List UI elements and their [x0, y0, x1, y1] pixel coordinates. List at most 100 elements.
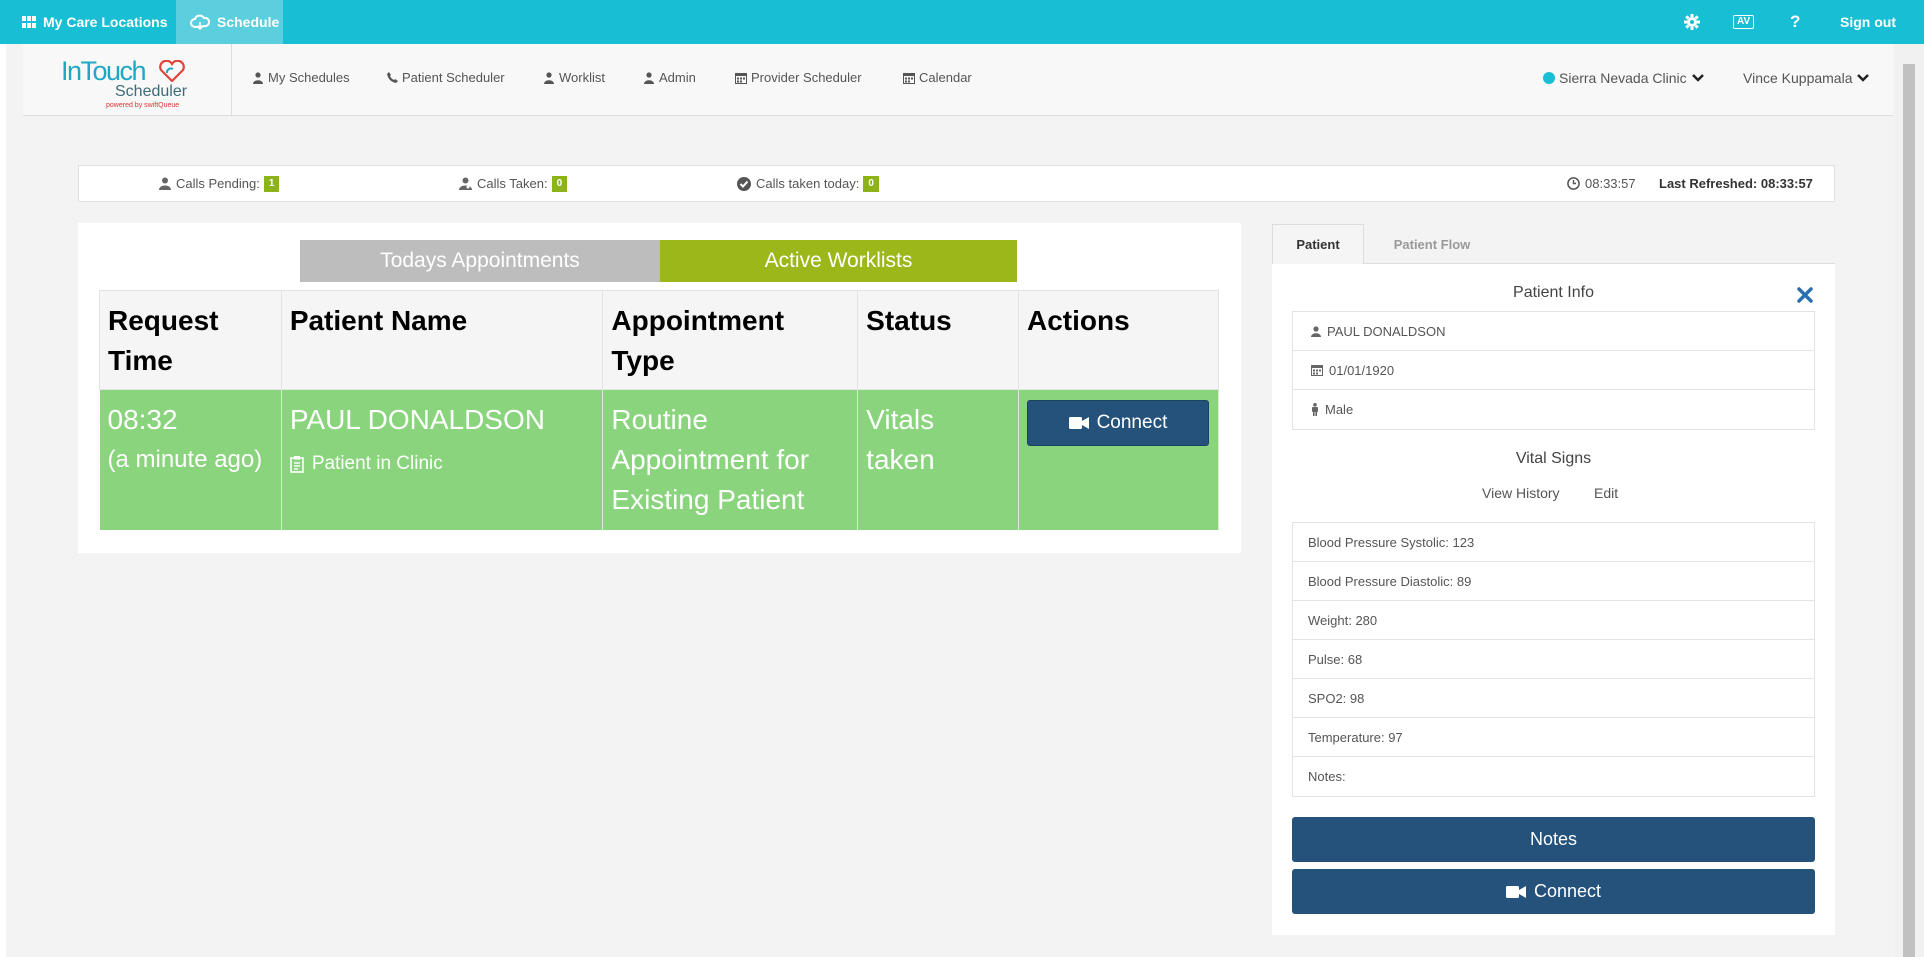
vital-notes: Notes:	[1308, 769, 1346, 784]
schedule-tab[interactable]: Schedule	[176, 0, 283, 44]
worklist-table: Request Time Patient Name Appointment Ty…	[99, 290, 1220, 530]
vital-bp-systolic: Blood Pressure Systolic: 123	[1293, 523, 1814, 562]
table-header-row: Request Time Patient Name Appointment Ty…	[99, 290, 1220, 390]
user-dropdown[interactable]: Vince Kuppamala	[1743, 70, 1870, 86]
top-bar: My Care Locations Schedule AV ? Sign out	[0, 0, 1924, 44]
my-care-locations-link[interactable]: My Care Locations	[22, 0, 167, 44]
user-icon	[159, 177, 171, 190]
my-care-locations-label: My Care Locations	[43, 14, 168, 30]
clinic-label: Sierra Nevada Clinic	[1559, 70, 1687, 86]
patient-info-name-value: PAUL DONALDSON	[1327, 323, 1446, 339]
gear-icon	[1684, 14, 1700, 30]
help-icon: ?	[1790, 12, 1801, 31]
clipboard-icon	[290, 456, 304, 473]
clock-value: 08:33:57	[1585, 176, 1636, 191]
patient-panel: Patient Info PAUL DONALDSON 01/01/1920 M…	[1272, 264, 1835, 935]
nav-admin-label: Admin	[659, 70, 696, 85]
patient-info-gender-value: Male	[1325, 402, 1354, 417]
patient-info-name: PAUL DONALDSON	[1293, 312, 1814, 351]
video-camera-icon	[1068, 417, 1089, 429]
notes-button-label: Notes	[1529, 829, 1578, 849]
video-camera-icon	[1505, 885, 1526, 898]
edit-vitals-link[interactable]: Edit	[1594, 485, 1618, 501]
nav-patient-scheduler[interactable]: Patient Scheduler	[387, 70, 505, 85]
calendar-icon	[903, 72, 915, 84]
tab-patient-flow[interactable]: Patient Flow	[1364, 224, 1500, 264]
vital-spo2: SPO2: 98	[1293, 679, 1814, 718]
scrollbar-thumb[interactable]	[1903, 64, 1915, 957]
nav-provider-scheduler[interactable]: Provider Scheduler	[735, 70, 862, 85]
column-header-patient-name[interactable]: Patient Name	[280, 290, 604, 390]
calendar-icon	[735, 72, 747, 84]
vital-temperature: Temperature: 97	[1293, 718, 1814, 757]
last-refreshed-label: Last Refreshed: 08:33:57	[1659, 176, 1813, 191]
vital-signs-list: Blood Pressure Systolic: 123 Blood Press…	[1292, 522, 1815, 797]
tab-patient-flow-label: Patient Flow	[1393, 236, 1471, 252]
cell-patient-name: PAUL DONALDSON Patient in Clinic	[281, 389, 604, 530]
calls-pending: Calls Pending: 1	[159, 166, 280, 201]
phone-icon	[387, 72, 398, 83]
tab-active-worklists-label: Active Worklists	[764, 249, 913, 272]
clock-icon	[1567, 177, 1580, 190]
nav-my-schedules[interactable]: My Schedules	[252, 70, 350, 85]
nav-worklist-label: Worklist	[559, 70, 605, 85]
cell-appointment-type: Routine Appointment for Existing Patient	[602, 389, 859, 530]
nav-patient-scheduler-label: Patient Scheduler	[402, 70, 505, 85]
patient-info-list: PAUL DONALDSON 01/01/1920 Male	[1292, 311, 1815, 430]
nav-worklist[interactable]: Worklist	[543, 70, 605, 85]
tab-todays-appointments-label: Todays Appointments	[380, 249, 580, 272]
table-row[interactable]: 08:32 (a minute ago) PAUL DONALDSON Pati…	[99, 389, 1220, 530]
tab-patient-label: Patient	[1296, 237, 1340, 252]
scrollbar[interactable]	[1895, 44, 1924, 957]
logo[interactable]: InTouch Scheduler powered by swiftQueue	[61, 52, 211, 110]
calls-taken: Calls Taken: 0	[459, 166, 568, 201]
patient-name-value[interactable]: PAUL DONALDSON	[290, 400, 595, 440]
view-history-link[interactable]: View History	[1482, 485, 1560, 501]
logo-tagline: powered by swiftQueue	[106, 102, 180, 109]
sign-out-label: Sign out	[1840, 14, 1896, 30]
row-connect-label: Connect	[1096, 412, 1168, 433]
request-time-ago: (a minute ago)	[107, 446, 263, 473]
check-circle-icon	[737, 176, 751, 191]
grid-icon	[22, 16, 36, 28]
chevron-down-icon	[1691, 74, 1704, 82]
worklist-panel: Todays Appointments Active Worklists Req…	[78, 223, 1241, 553]
patient-tabs: Patient Patient Flow	[1272, 224, 1835, 264]
column-header-actions: Actions	[1017, 290, 1220, 390]
vital-pulse: Pulse: 68	[1293, 640, 1814, 679]
app-header: InTouch Scheduler powered by swiftQueue …	[23, 44, 1893, 116]
sign-out-link[interactable]: Sign out	[1840, 0, 1896, 44]
calls-pending-badge: 1	[263, 175, 280, 192]
settings-button[interactable]	[1684, 0, 1707, 44]
calls-taken-badge: 0	[551, 175, 568, 192]
vital-signs-title: Vital Signs	[1515, 450, 1592, 467]
tab-patient[interactable]: Patient	[1272, 224, 1364, 264]
notes-button[interactable]: Notes	[1292, 817, 1815, 862]
calls-today-label: Calls taken today:	[756, 176, 860, 191]
connect-button-label: Connect	[1533, 881, 1602, 901]
chevron-down-icon	[1857, 74, 1870, 82]
help-button[interactable]: ?	[1790, 0, 1800, 44]
nav-my-schedules-label: My Schedules	[268, 70, 350, 85]
row-connect-button[interactable]: Connect	[1026, 400, 1209, 446]
column-header-appointment-type[interactable]: Appointment Type	[602, 290, 859, 390]
logo-product: Scheduler	[115, 83, 188, 100]
tab-todays-appointments[interactable]: Todays Appointments	[300, 240, 660, 282]
nav-admin[interactable]: Admin	[643, 70, 696, 85]
av-button[interactable]: AV	[1733, 0, 1755, 44]
clinic-dropdown[interactable]: Sierra Nevada Clinic	[1543, 70, 1705, 86]
user-md-icon	[544, 71, 554, 84]
close-icon[interactable]	[1796, 286, 1814, 304]
user-md-icon	[253, 71, 263, 84]
patient-info-dob: 01/01/1920	[1293, 351, 1814, 390]
patient-status-label: Patient in Clinic	[311, 453, 443, 474]
connect-button[interactable]: Connect	[1292, 869, 1815, 914]
heart-logo-icon	[159, 60, 185, 82]
user-label: Vince Kuppamala	[1743, 70, 1853, 86]
nav-calendar[interactable]: Calendar	[903, 70, 972, 85]
header-divider	[231, 44, 232, 116]
column-header-request-time[interactable]: Request Time	[99, 290, 282, 390]
tab-active-worklists[interactable]: Active Worklists	[660, 240, 1017, 282]
vital-weight: Weight: 280	[1293, 601, 1814, 640]
column-header-status[interactable]: Status	[857, 290, 1019, 390]
